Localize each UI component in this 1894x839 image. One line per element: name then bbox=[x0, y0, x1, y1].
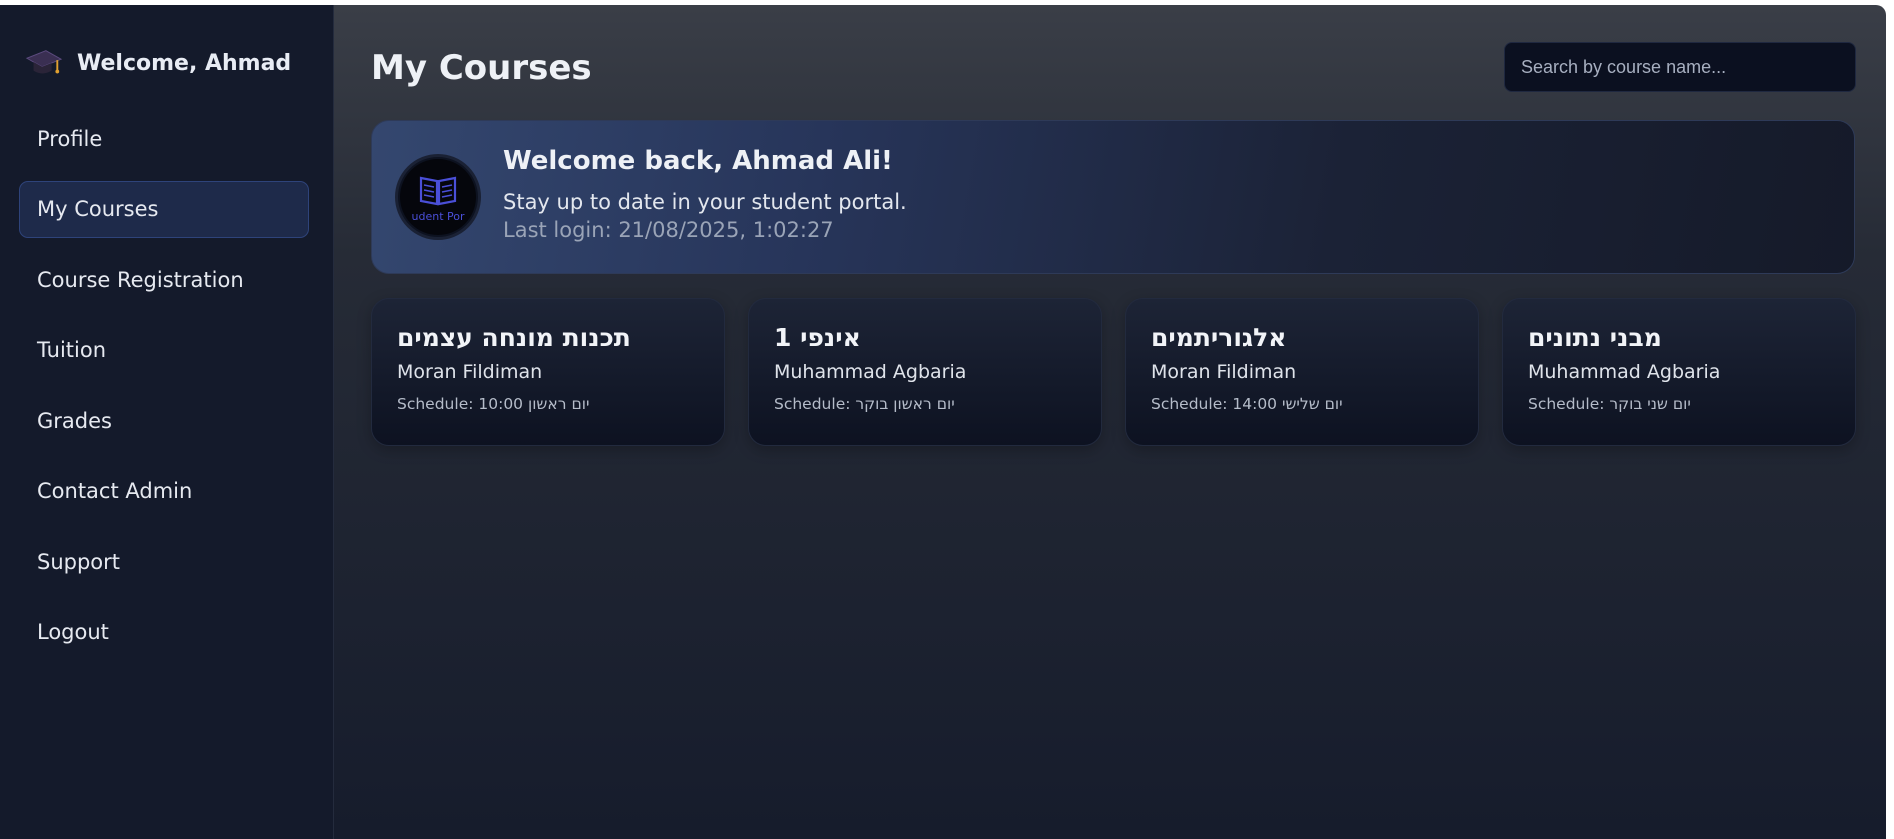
course-card[interactable]: אלגוריתמים Moran Fildiman Schedule: 14:0… bbox=[1125, 298, 1479, 446]
course-teacher: Muhammad Agbaria bbox=[774, 361, 967, 383]
course-card[interactable]: אינפי 1 Muhammad Agbaria Schedule: יום ר… bbox=[748, 298, 1102, 446]
sidebar-item-grades[interactable]: Grades bbox=[19, 392, 309, 449]
course-card[interactable]: מבני נתונים Muhammad Agbaria Schedule: י… bbox=[1502, 298, 1856, 446]
welcome-subtitle: Stay up to date in your student portal. bbox=[503, 190, 907, 214]
course-name: אינפי 1 bbox=[774, 323, 861, 352]
topbar: My Courses bbox=[371, 5, 1856, 117]
sidebar-item-support[interactable]: Support bbox=[19, 533, 309, 590]
sidebar-item-contact-admin[interactable]: Contact Admin bbox=[19, 463, 309, 520]
graduation-cap-icon bbox=[25, 50, 63, 74]
course-name: תכנות מונחה עצמים bbox=[397, 323, 631, 352]
course-name: אלגוריתמים bbox=[1151, 323, 1287, 352]
main-content: My Courses udent Por Welco bbox=[334, 5, 1886, 839]
app-window: Welcome, Ahmad Profile My Courses Course… bbox=[0, 5, 1886, 839]
course-schedule: Schedule: 10:00 יום ראשון bbox=[397, 395, 590, 413]
course-card[interactable]: תכנות מונחה עצמים Moran Fildiman Schedul… bbox=[371, 298, 725, 446]
welcome-text: Welcome back, Ahmad Ali! Stay up to date… bbox=[503, 146, 907, 242]
open-book-icon: udent Por bbox=[400, 159, 476, 235]
welcome-banner: udent Por Welcome back, Ahmad Ali! Stay … bbox=[371, 120, 1855, 274]
course-teacher: Muhammad Agbaria bbox=[1528, 361, 1721, 383]
sidebar-item-course-registration[interactable]: Course Registration bbox=[19, 251, 309, 308]
search-input[interactable] bbox=[1504, 42, 1856, 92]
course-cards: תכנות מונחה עצמים Moran Fildiman Schedul… bbox=[371, 298, 1856, 446]
course-schedule: Schedule: יום שני בוקר bbox=[1528, 395, 1691, 413]
sidebar-item-tuition[interactable]: Tuition bbox=[19, 322, 309, 379]
course-schedule: Schedule: 14:00 יום שלישי bbox=[1151, 395, 1343, 413]
portal-logo: udent Por bbox=[395, 154, 481, 240]
sidebar-nav: Profile My Courses Course Registration T… bbox=[19, 110, 333, 661]
sidebar-item-profile[interactable]: Profile bbox=[19, 110, 309, 167]
course-teacher: Moran Fildiman bbox=[397, 361, 543, 383]
page-title: My Courses bbox=[371, 48, 592, 88]
sidebar-item-my-courses[interactable]: My Courses bbox=[19, 180, 309, 238]
brand-title: Welcome, Ahmad bbox=[77, 50, 292, 76]
sidebar-item-logout[interactable]: Logout bbox=[19, 604, 309, 661]
last-login: Last login: 21/08/2025, 1:02:27 bbox=[503, 218, 834, 242]
sidebar-brand: Welcome, Ahmad bbox=[19, 40, 333, 86]
course-name: מבני נתונים bbox=[1528, 323, 1662, 352]
welcome-title: Welcome back, Ahmad Ali! bbox=[503, 146, 893, 176]
course-teacher: Moran Fildiman bbox=[1151, 361, 1297, 383]
sidebar: Welcome, Ahmad Profile My Courses Course… bbox=[0, 5, 334, 839]
course-schedule: Schedule: יום ראשון בוקר bbox=[774, 395, 955, 413]
logo-text: udent Por bbox=[412, 210, 465, 223]
